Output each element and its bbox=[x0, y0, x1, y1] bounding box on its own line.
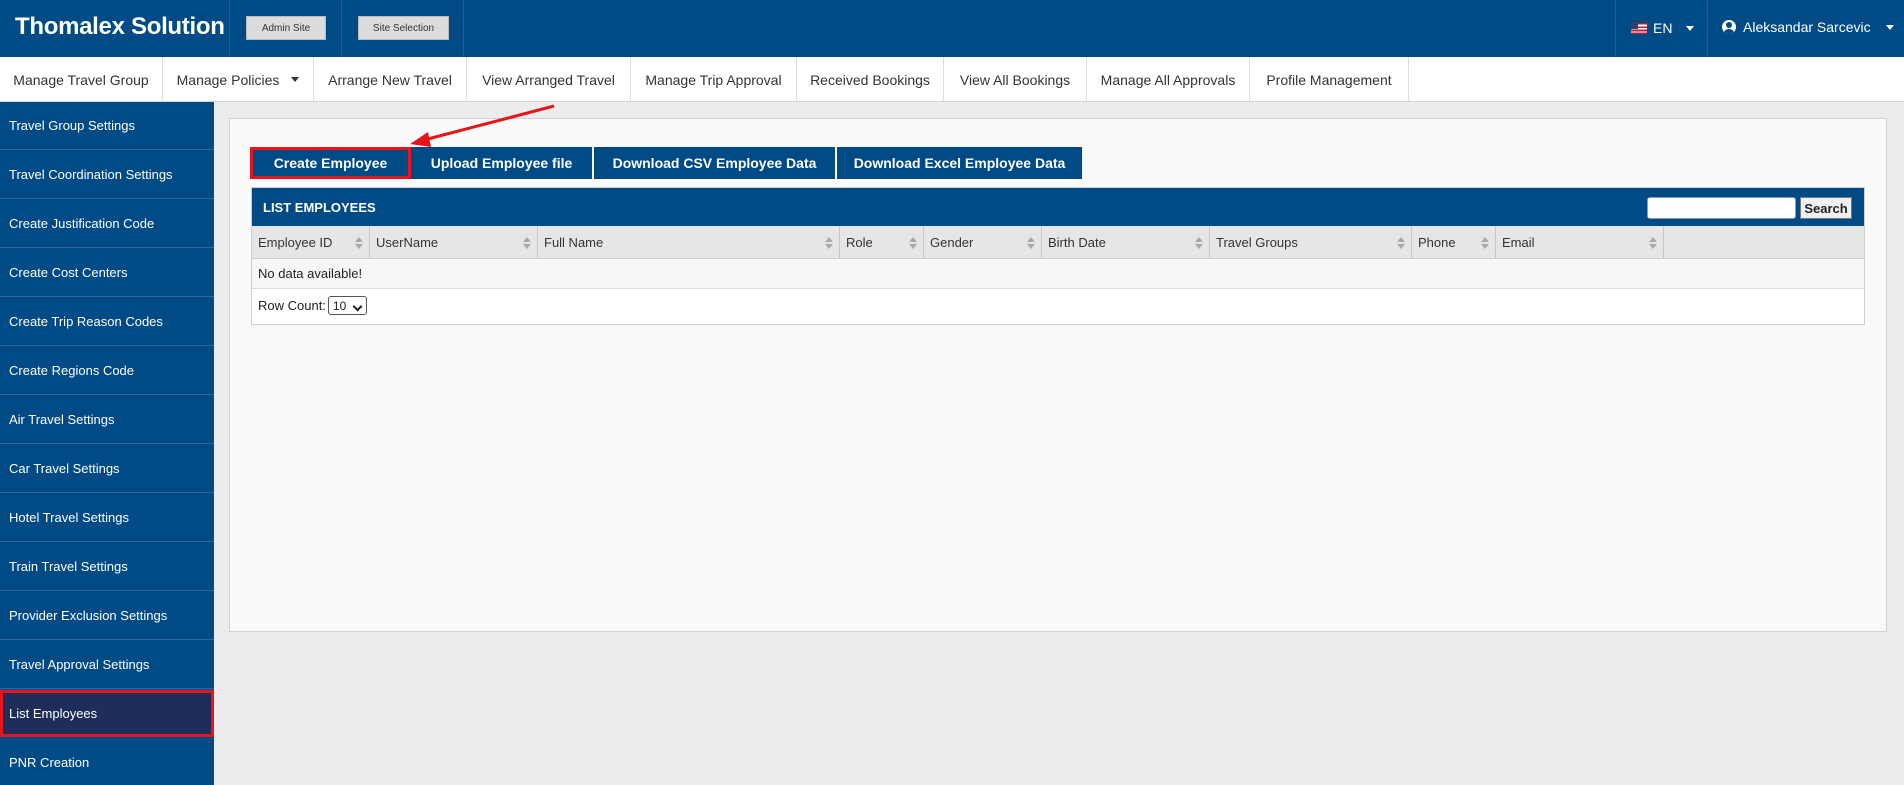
empty-message: No data available! bbox=[252, 259, 1864, 289]
menu-manage-policies[interactable]: Manage Policies bbox=[163, 57, 314, 102]
menu-view-arranged-travel[interactable]: View Arranged Travel bbox=[467, 57, 631, 102]
sidebar-item-air-travel-settings[interactable]: Air Travel Settings bbox=[0, 396, 214, 444]
row-count: Row Count: 10 bbox=[258, 296, 367, 315]
column-label: Travel Groups bbox=[1216, 235, 1298, 250]
menu-received-bookings[interactable]: Received Bookings bbox=[797, 57, 944, 102]
column-label: Phone bbox=[1418, 235, 1456, 250]
language-label: EN bbox=[1653, 20, 1673, 36]
menu-label: Manage Travel Group bbox=[13, 71, 149, 88]
sidebar-item-create-cost-centers[interactable]: Create Cost Centers bbox=[0, 249, 214, 297]
column-birth-date[interactable]: Birth Date bbox=[1042, 226, 1210, 259]
header-divider bbox=[463, 0, 464, 57]
content-panel: Create Employee Upload Employee file Dow… bbox=[229, 118, 1887, 632]
chevron-down-icon bbox=[1686, 25, 1695, 31]
search-input[interactable] bbox=[1647, 197, 1796, 219]
sort-icon bbox=[1649, 237, 1657, 249]
sort-icon bbox=[909, 237, 917, 249]
column-label: UserName bbox=[376, 235, 439, 250]
sidebar-item-provider-exclusion-settings[interactable]: Provider Exclusion Settings bbox=[0, 592, 214, 640]
sidebar-item-travel-approval-settings[interactable]: Travel Approval Settings bbox=[0, 641, 214, 689]
menu-label: Arrange New Travel bbox=[328, 71, 452, 88]
sidebar-item-hotel-travel-settings[interactable]: Hotel Travel Settings bbox=[0, 494, 214, 542]
column-travel-groups[interactable]: Travel Groups bbox=[1210, 226, 1412, 259]
column-gender[interactable]: Gender bbox=[924, 226, 1042, 259]
header-divider bbox=[1615, 0, 1616, 57]
column-phone[interactable]: Phone bbox=[1412, 226, 1496, 259]
us-flag-icon bbox=[1631, 22, 1647, 34]
sidebar: Travel Group Settings Travel Coordinatio… bbox=[0, 102, 214, 785]
sidebar-item-pnr-creation[interactable]: PNR Creation bbox=[0, 739, 214, 785]
menu-manage-trip-approval[interactable]: Manage Trip Approval bbox=[631, 57, 797, 102]
header-divider bbox=[229, 0, 230, 57]
menu-label: Profile Management bbox=[1266, 71, 1392, 88]
column-role[interactable]: Role bbox=[840, 226, 924, 259]
grid-title: LIST EMPLOYEES bbox=[263, 199, 376, 215]
menu-label: Manage Trip Approval bbox=[645, 71, 782, 88]
menu-manage-travel-group[interactable]: Manage Travel Group bbox=[0, 57, 163, 102]
column-full-name[interactable]: Full Name bbox=[538, 226, 840, 259]
create-employee-button[interactable]: Create Employee bbox=[250, 147, 411, 179]
main-menu: Manage Travel Group Manage Policies Arra… bbox=[0, 57, 1904, 102]
menu-label: Manage All Approvals bbox=[1100, 71, 1236, 88]
sort-icon bbox=[1195, 237, 1203, 249]
column-employee-id[interactable]: Employee ID bbox=[252, 226, 370, 259]
sidebar-item-create-trip-reason-codes[interactable]: Create Trip Reason Codes bbox=[0, 298, 214, 346]
sidebar-item-create-regions-code[interactable]: Create Regions Code bbox=[0, 347, 214, 395]
sidebar-item-travel-group-settings[interactable]: Travel Group Settings bbox=[0, 102, 214, 150]
chevron-down-icon bbox=[1885, 24, 1894, 30]
sidebar-item-car-travel-settings[interactable]: Car Travel Settings bbox=[0, 445, 214, 493]
sidebar-item-create-justification-code[interactable]: Create Justification Code bbox=[0, 200, 214, 248]
sort-icon bbox=[1027, 237, 1035, 249]
menu-manage-all-approvals[interactable]: Manage All Approvals bbox=[1087, 57, 1250, 102]
column-label: Role bbox=[846, 235, 873, 250]
sidebar-item-train-travel-settings[interactable]: Train Travel Settings bbox=[0, 543, 214, 591]
column-label: Gender bbox=[930, 235, 974, 250]
brand-title[interactable]: Thomalex Solution bbox=[15, 13, 225, 41]
chevron-down-icon bbox=[291, 77, 300, 82]
row-count-label: Row Count: bbox=[258, 298, 326, 313]
header-divider bbox=[341, 0, 342, 57]
sort-icon bbox=[1397, 237, 1405, 249]
download-excel-button[interactable]: Download Excel Employee Data bbox=[837, 147, 1082, 179]
sidebar-item-travel-coordination-settings[interactable]: Travel Coordination Settings bbox=[0, 151, 214, 199]
column-label: Employee ID bbox=[258, 235, 333, 250]
column-label: Email bbox=[1502, 235, 1535, 250]
column-email[interactable]: Email bbox=[1496, 226, 1664, 259]
site-selection-button[interactable]: Site Selection bbox=[358, 16, 449, 40]
menu-label: View Arranged Travel bbox=[482, 71, 615, 88]
menu-label: Manage Policies bbox=[176, 71, 280, 88]
top-header: Thomalex Solution Admin Site Site Select… bbox=[0, 0, 1904, 57]
menu-label: View All Bookings bbox=[959, 71, 1071, 88]
header-divider bbox=[1707, 0, 1708, 57]
menu-arrange-new-travel[interactable]: Arrange New Travel bbox=[314, 57, 467, 102]
sort-icon bbox=[1481, 237, 1489, 249]
grid-header: LIST EMPLOYEES Search bbox=[252, 188, 1864, 226]
employees-grid: LIST EMPLOYEES Search Employee ID UserNa… bbox=[251, 187, 1865, 325]
user-name: Aleksandar Sarcevic bbox=[1743, 19, 1871, 35]
sidebar-item-list-employees[interactable]: List Employees bbox=[0, 690, 214, 737]
column-label: Full Name bbox=[544, 235, 604, 250]
sort-icon bbox=[825, 237, 833, 249]
user-circle-icon bbox=[1722, 20, 1736, 34]
search-button[interactable]: Search bbox=[1800, 197, 1852, 219]
menu-profile-management[interactable]: Profile Management bbox=[1250, 57, 1409, 102]
download-csv-button[interactable]: Download CSV Employee Data bbox=[594, 147, 835, 179]
menu-label: Received Bookings bbox=[810, 71, 930, 88]
sort-icon bbox=[355, 237, 363, 249]
menu-view-all-bookings[interactable]: View All Bookings bbox=[944, 57, 1087, 102]
column-header-row: Employee ID UserName Full Name Role Gend… bbox=[252, 226, 1864, 259]
column-username[interactable]: UserName bbox=[370, 226, 538, 259]
admin-site-button[interactable]: Admin Site bbox=[246, 16, 326, 40]
language-selector[interactable]: EN bbox=[1631, 20, 1695, 36]
user-menu[interactable]: Aleksandar Sarcevic bbox=[1722, 19, 1894, 35]
sort-icon bbox=[523, 237, 531, 249]
row-count-select[interactable]: 10 bbox=[327, 296, 367, 315]
upload-employee-file-button[interactable]: Upload Employee file bbox=[411, 147, 592, 179]
column-label: Birth Date bbox=[1048, 235, 1106, 250]
